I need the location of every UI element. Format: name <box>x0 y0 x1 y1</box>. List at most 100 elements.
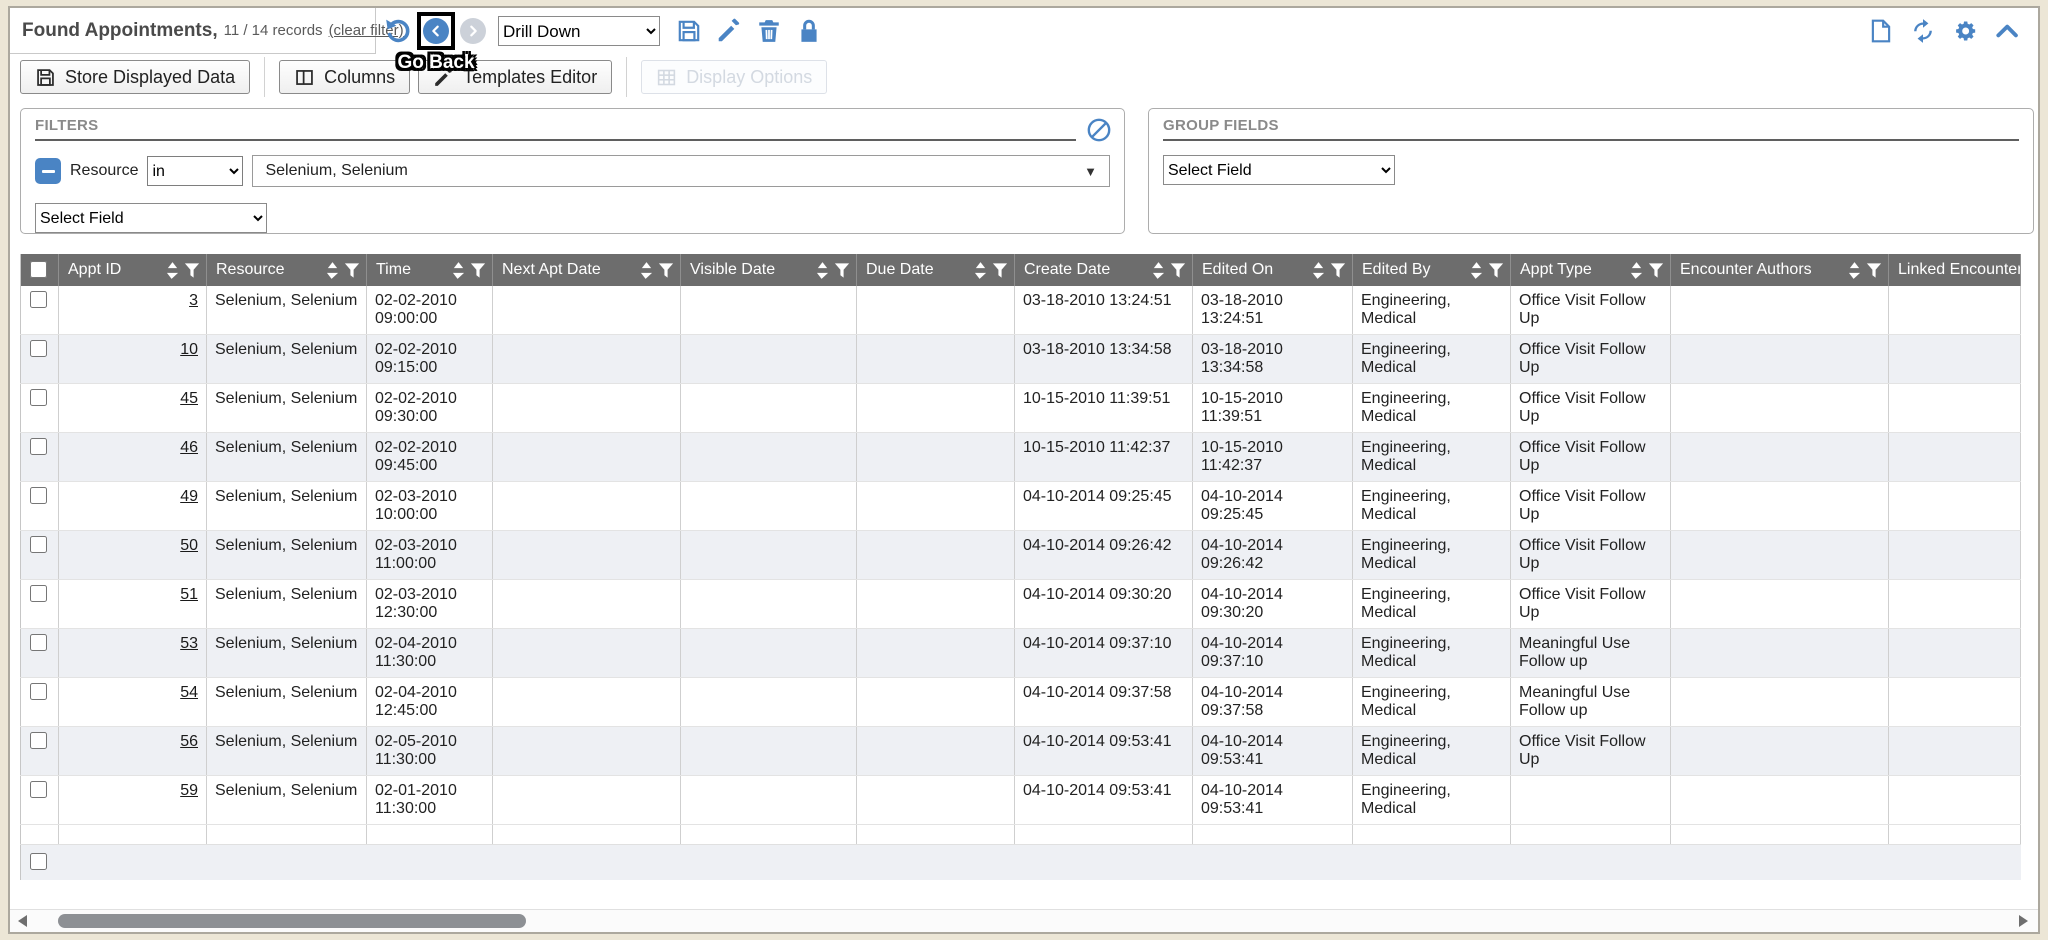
row-checkbox[interactable] <box>30 340 47 357</box>
appt-id-link[interactable]: 10 <box>180 341 198 358</box>
new-document-icon[interactable] <box>1868 18 1894 44</box>
column-header-edited_by[interactable]: Edited By <box>1353 254 1511 286</box>
row-checkbox[interactable] <box>30 683 47 700</box>
sort-icon[interactable] <box>1152 261 1165 280</box>
refresh-icon[interactable] <box>1910 18 1936 44</box>
table-row: 49Selenium, Selenium02-03-2010 10:00:000… <box>21 482 2021 531</box>
edit-view-icon[interactable] <box>716 18 742 44</box>
column-filter-icon[interactable] <box>992 262 1008 279</box>
collapse-icon[interactable] <box>1994 18 2020 44</box>
sort-icon[interactable] <box>1630 261 1643 280</box>
appt-id-link[interactable]: 3 <box>189 292 198 309</box>
toolbar: Store Displayed Data Columns Templates E… <box>10 54 2038 100</box>
sort-icon[interactable] <box>640 261 653 280</box>
cell-next_apt_date <box>493 384 681 433</box>
appt-id-link[interactable]: 59 <box>180 782 198 799</box>
appt-id-link[interactable]: 53 <box>180 635 198 652</box>
column-filter-icon[interactable] <box>470 262 486 279</box>
column-header-visible_date[interactable]: Visible Date <box>681 254 857 286</box>
column-filter-icon[interactable] <box>834 262 850 279</box>
store-displayed-data-button[interactable]: Store Displayed Data <box>20 60 250 94</box>
column-filter-icon[interactable] <box>344 262 360 279</box>
row-checkbox[interactable] <box>30 438 47 455</box>
column-filter-icon[interactable] <box>658 262 674 279</box>
column-filter-icon[interactable] <box>1330 262 1346 279</box>
cell-encounter_authors <box>1671 433 1889 482</box>
go-back-button[interactable] <box>423 18 449 44</box>
remove-filter-button[interactable] <box>35 158 61 184</box>
appt-id-link[interactable]: 50 <box>180 537 198 554</box>
row-checkbox[interactable] <box>30 585 47 602</box>
column-header-due_date[interactable]: Due Date <box>857 254 1015 286</box>
settings-gear-icon[interactable] <box>1952 18 1978 44</box>
sort-icon[interactable] <box>452 261 465 280</box>
caret-down-icon: ▼ <box>1084 164 1097 179</box>
column-header-create_date[interactable]: Create Date <box>1015 254 1193 286</box>
cell-visible_date <box>681 335 857 384</box>
row-select-cell <box>21 335 59 384</box>
sort-icon[interactable] <box>1470 261 1483 280</box>
row-checkbox[interactable] <box>30 536 47 553</box>
row-checkbox[interactable] <box>30 389 47 406</box>
filter-operator-select[interactable]: in <box>147 156 243 186</box>
column-header-appt_type[interactable]: Appt Type <box>1511 254 1671 286</box>
appt-id-link[interactable]: 54 <box>180 684 198 701</box>
cell-due_date <box>857 580 1015 629</box>
row-checkbox[interactable] <box>30 634 47 651</box>
row-checkbox[interactable] <box>30 487 47 504</box>
appt-id-link[interactable]: 46 <box>180 439 198 456</box>
cell-edited_by: Engineering, Medical <box>1353 286 1511 335</box>
cell-edited_on: 04-10-2014 09:26:42 <box>1193 531 1353 580</box>
column-header-resource[interactable]: Resource <box>207 254 367 286</box>
appt-id-link[interactable]: 49 <box>180 488 198 505</box>
row-checkbox[interactable] <box>30 291 47 308</box>
columns-button[interactable]: Columns <box>279 60 410 94</box>
display-options-button[interactable]: Display Options <box>641 60 827 94</box>
column-filter-icon[interactable] <box>1866 262 1882 279</box>
scroll-left-arrow[interactable] <box>18 915 27 927</box>
add-filter-field-select[interactable]: Select Field <box>35 203 267 233</box>
column-filter-icon[interactable] <box>1648 262 1664 279</box>
lock-view-icon[interactable] <box>796 18 822 44</box>
cell-due_date <box>857 482 1015 531</box>
filter-value-combo[interactable]: Selenium, Selenium ▼ <box>252 155 1110 187</box>
save-view-icon[interactable] <box>676 18 702 44</box>
select-all-checkbox[interactable] <box>30 261 47 278</box>
sort-icon[interactable] <box>974 261 987 280</box>
column-header-linked_encounters[interactable]: Linked Encounters <box>1889 254 2021 286</box>
go-forward-button[interactable] <box>460 18 486 44</box>
view-mode-select[interactable]: Drill Down <box>498 16 660 46</box>
clear-filters-icon[interactable] <box>1086 117 1112 143</box>
column-header-edited_on[interactable]: Edited On <box>1193 254 1353 286</box>
scrollbar-thumb[interactable] <box>58 914 526 928</box>
cell-appt_type: Meaningful Use Follow up <box>1511 678 1671 727</box>
cell-linked_encounters <box>1889 531 2021 580</box>
sort-icon[interactable] <box>326 261 339 280</box>
sort-icon[interactable] <box>166 261 179 280</box>
sort-icon[interactable] <box>816 261 829 280</box>
column-header-appt_id[interactable]: Appt ID <box>59 254 207 286</box>
appt-id-link[interactable]: 51 <box>180 586 198 603</box>
column-filter-icon[interactable] <box>1170 262 1186 279</box>
column-header-next_apt_date[interactable]: Next Apt Date <box>493 254 681 286</box>
column-filter-icon[interactable] <box>184 262 200 279</box>
undo-icon[interactable] <box>384 17 412 45</box>
sort-icon[interactable] <box>1848 261 1861 280</box>
row-checkbox[interactable] <box>30 732 47 749</box>
appt-id-link[interactable]: 56 <box>180 733 198 750</box>
cell-edited_by: Engineering, Medical <box>1353 776 1511 825</box>
group-field-select[interactable]: Select Field <box>1163 155 1395 185</box>
cell-encounter_authors <box>1671 629 1889 678</box>
column-header-time[interactable]: Time <box>367 254 493 286</box>
row-checkbox[interactable] <box>30 781 47 798</box>
delete-view-icon[interactable] <box>756 18 782 44</box>
sort-icon[interactable] <box>1312 261 1325 280</box>
appt-id-link[interactable]: 45 <box>180 390 198 407</box>
cell-edited_by: Engineering, Medical <box>1353 482 1511 531</box>
cell-linked_encounters <box>1889 335 2021 384</box>
cell-create_date: 03-18-2010 13:24:51 <box>1015 286 1193 335</box>
column-header-encounter_authors[interactable]: Encounter Authors <box>1671 254 1889 286</box>
column-filter-icon[interactable] <box>1488 262 1504 279</box>
scroll-right-arrow[interactable] <box>2019 915 2028 927</box>
footer-row-checkbox[interactable] <box>30 853 47 870</box>
